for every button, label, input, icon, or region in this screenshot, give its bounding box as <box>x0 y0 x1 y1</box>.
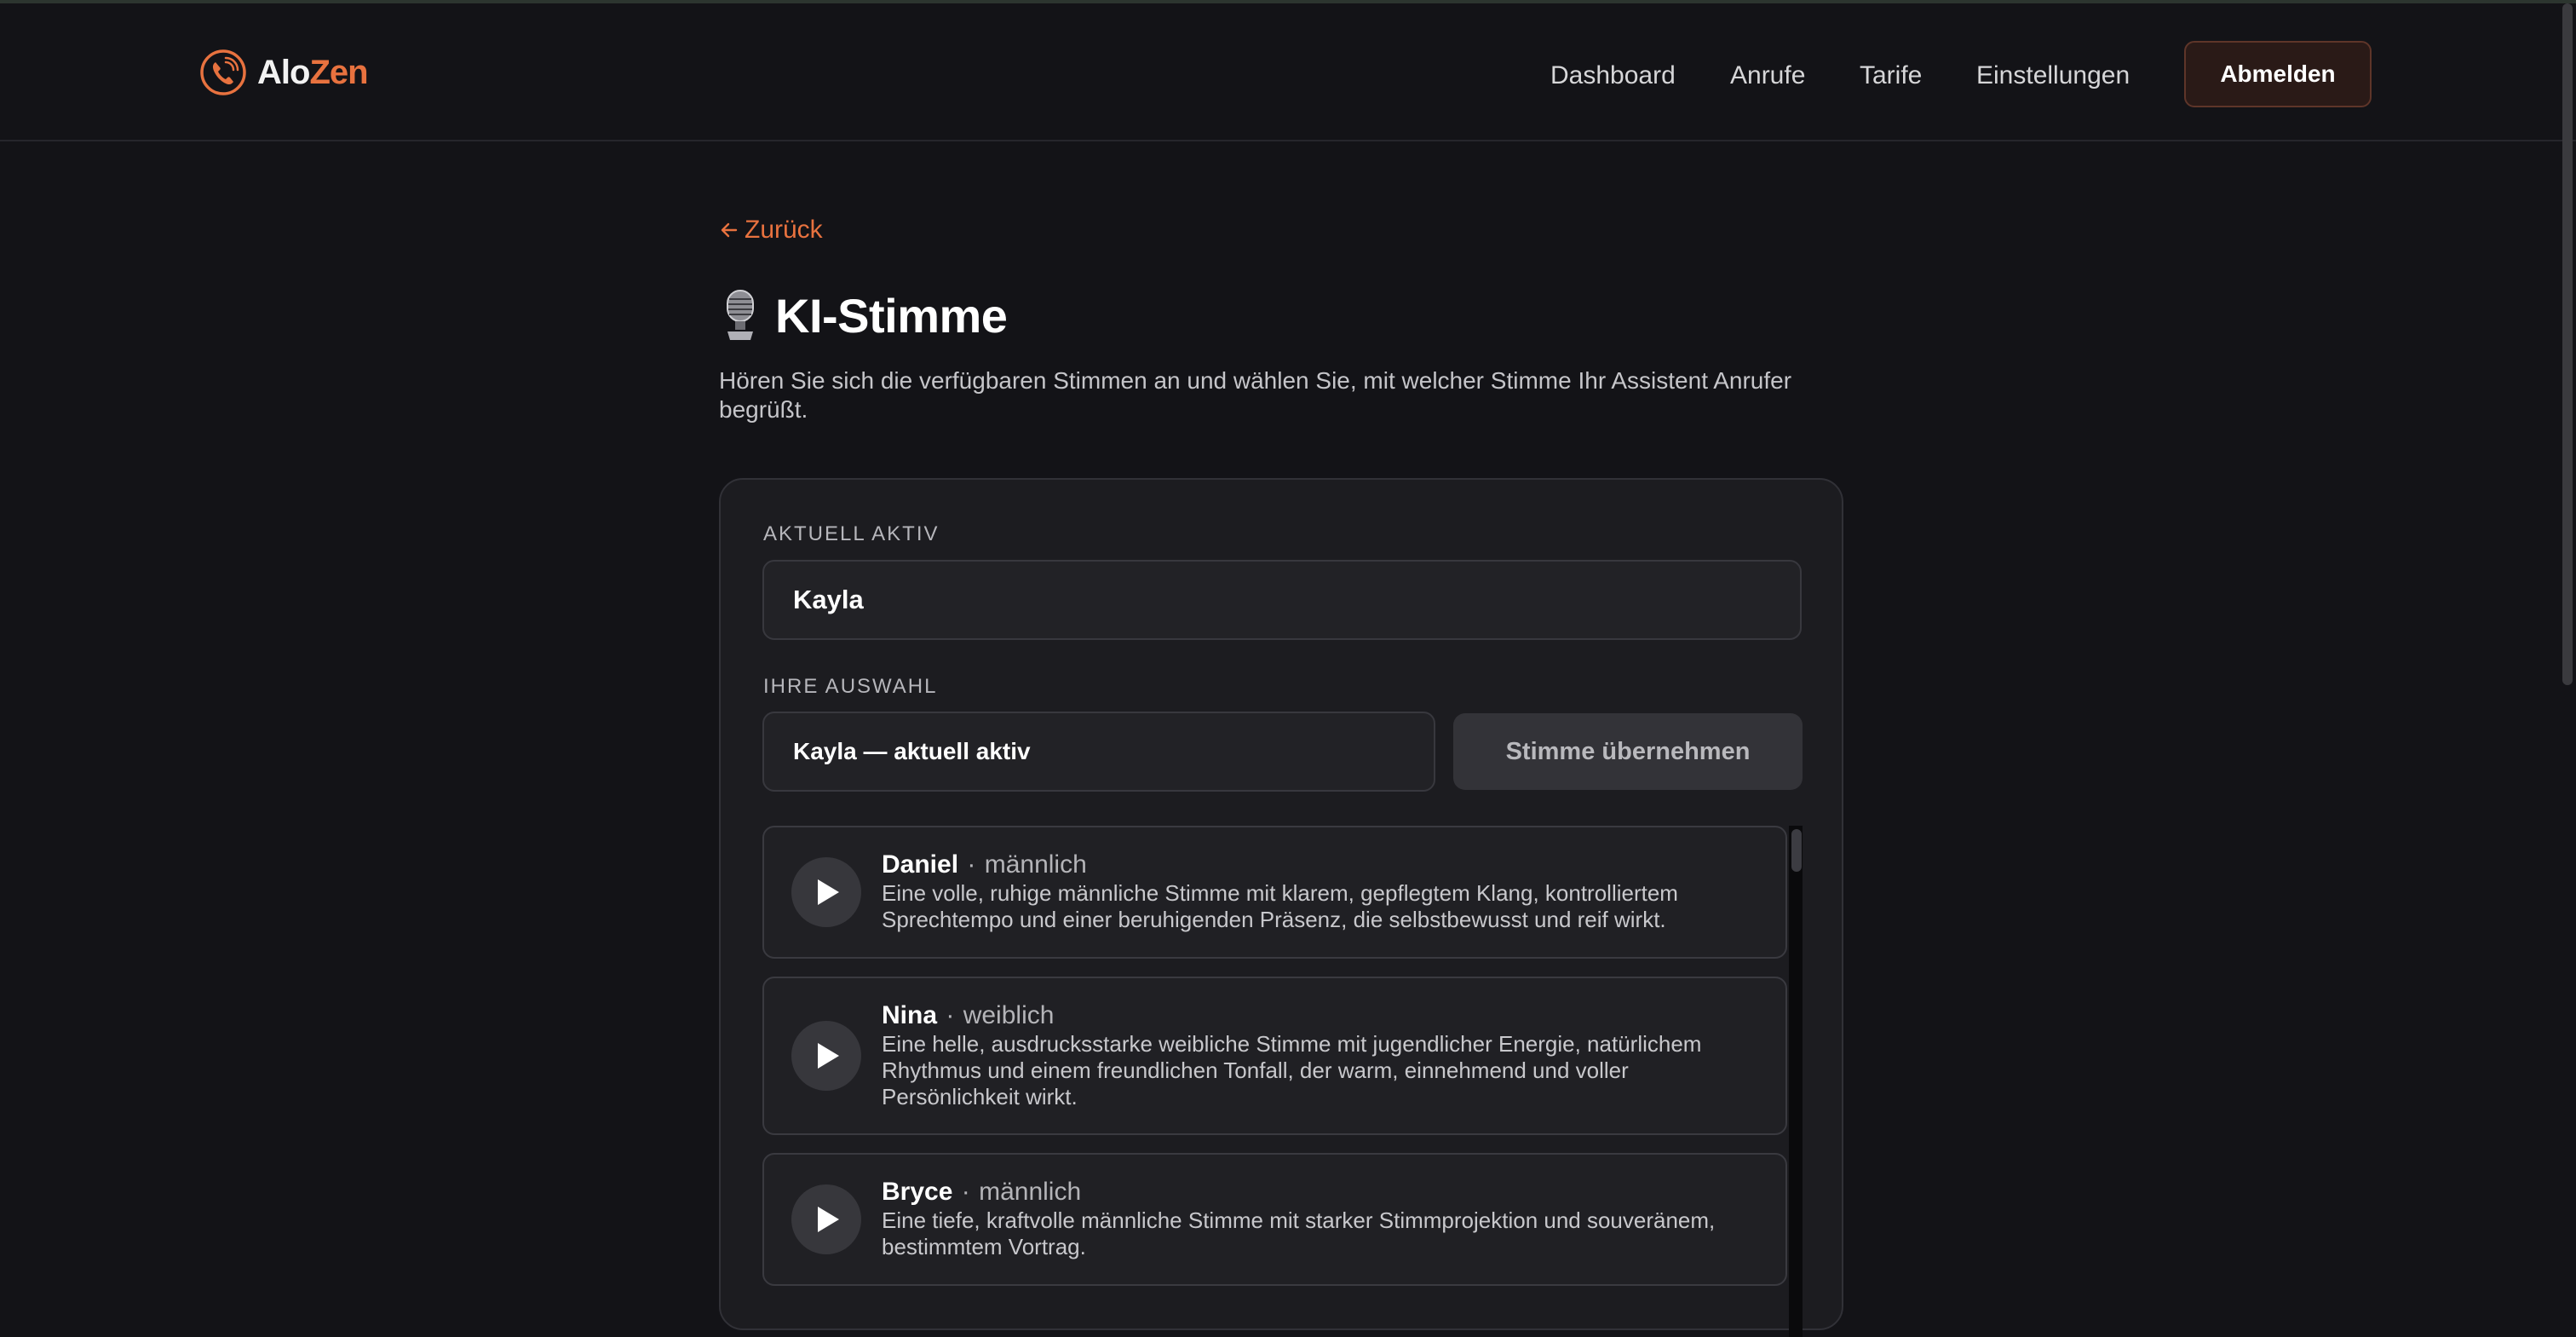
back-label: Zurück <box>745 216 823 244</box>
voice-name: Daniel <box>882 850 959 879</box>
voice-info: Daniel · männlich Eine volle, ruhige män… <box>882 850 1751 933</box>
voice-description: Eine tiefe, kraftvolle männliche Stimme … <box>882 1207 1716 1259</box>
separator: · <box>961 1178 970 1206</box>
voice-item-nina[interactable]: Nina · weiblich Eine helle, ausdruckssta… <box>762 977 1787 1135</box>
voice-gender: weiblich <box>963 1001 1055 1029</box>
voice-heading: Daniel · männlich <box>882 850 1751 880</box>
play-button[interactable] <box>791 1021 861 1091</box>
voice-heading: Nina · weiblich <box>882 1000 1751 1031</box>
voice-item-daniel[interactable]: Daniel · männlich Eine volle, ruhige män… <box>762 826 1787 959</box>
voice-item-bryce[interactable]: Bryce · männlich Eine tiefe, kraftvolle … <box>762 1153 1787 1286</box>
selection-label: IHRE AUSWAHL <box>763 675 938 698</box>
play-icon <box>818 879 839 905</box>
logout-button[interactable]: Abmelden <box>2184 41 2372 107</box>
play-icon <box>818 1043 839 1069</box>
active-voice-display: Kayla <box>762 560 1802 640</box>
arrow-left-icon <box>719 220 739 240</box>
nav-einstellungen[interactable]: Einstellungen <box>1976 55 2130 97</box>
apply-voice-button[interactable]: Stimme übernehmen <box>1453 713 1803 790</box>
separator: · <box>967 850 976 879</box>
active-voice-label: AKTUELL AKTIV <box>763 522 940 545</box>
voice-gender: männlich <box>984 850 1087 879</box>
nav-anrufe[interactable]: Anrufe <box>1730 55 1805 97</box>
voice-info: Nina · weiblich Eine helle, ausdruckssta… <box>882 1000 1751 1110</box>
voice-description: Eine helle, ausdrucksstarke weibliche St… <box>882 1031 1702 1109</box>
microphone-icon <box>727 290 754 340</box>
nav-tarife[interactable]: Tarife <box>1860 55 1922 97</box>
voice-name: Nina <box>882 1001 938 1029</box>
play-button[interactable] <box>791 1184 861 1254</box>
page-scrollbar-thumb[interactable] <box>2562 3 2573 685</box>
page-title: KI-Stimme <box>775 288 1008 343</box>
voice-name: Bryce <box>882 1178 953 1206</box>
back-link[interactable]: Zurück <box>719 213 823 247</box>
page-heading: KI-Stimme <box>719 283 1008 348</box>
page-subtitle: Hören Sie sich die verfügbaren Stimmen a… <box>719 367 1792 423</box>
voice-gender: männlich <box>979 1178 1082 1206</box>
nav-dashboard[interactable]: Dashboard <box>1550 55 1676 97</box>
voice-list-scrollbar[interactable] <box>1789 826 1803 1337</box>
top-navigation-bar: AloZen Dashboard Anrufe Tarife Einstellu… <box>0 3 2576 141</box>
voice-description: Eine volle, ruhige männliche Stimme mit … <box>882 880 1678 932</box>
voice-list-scrollbar-thumb[interactable] <box>1791 829 1802 872</box>
voice-heading: Bryce · männlich <box>882 1177 1751 1207</box>
voice-info: Bryce · männlich Eine tiefe, kraftvolle … <box>882 1177 1751 1260</box>
separator: · <box>946 1001 955 1029</box>
voice-select[interactable]: Kayla — aktuell aktiv <box>762 712 1435 792</box>
voice-settings-card: AKTUELL AKTIV Kayla IHRE AUSWAHL Kayla —… <box>719 478 1843 1337</box>
play-button[interactable] <box>791 857 861 927</box>
play-icon <box>818 1207 839 1232</box>
